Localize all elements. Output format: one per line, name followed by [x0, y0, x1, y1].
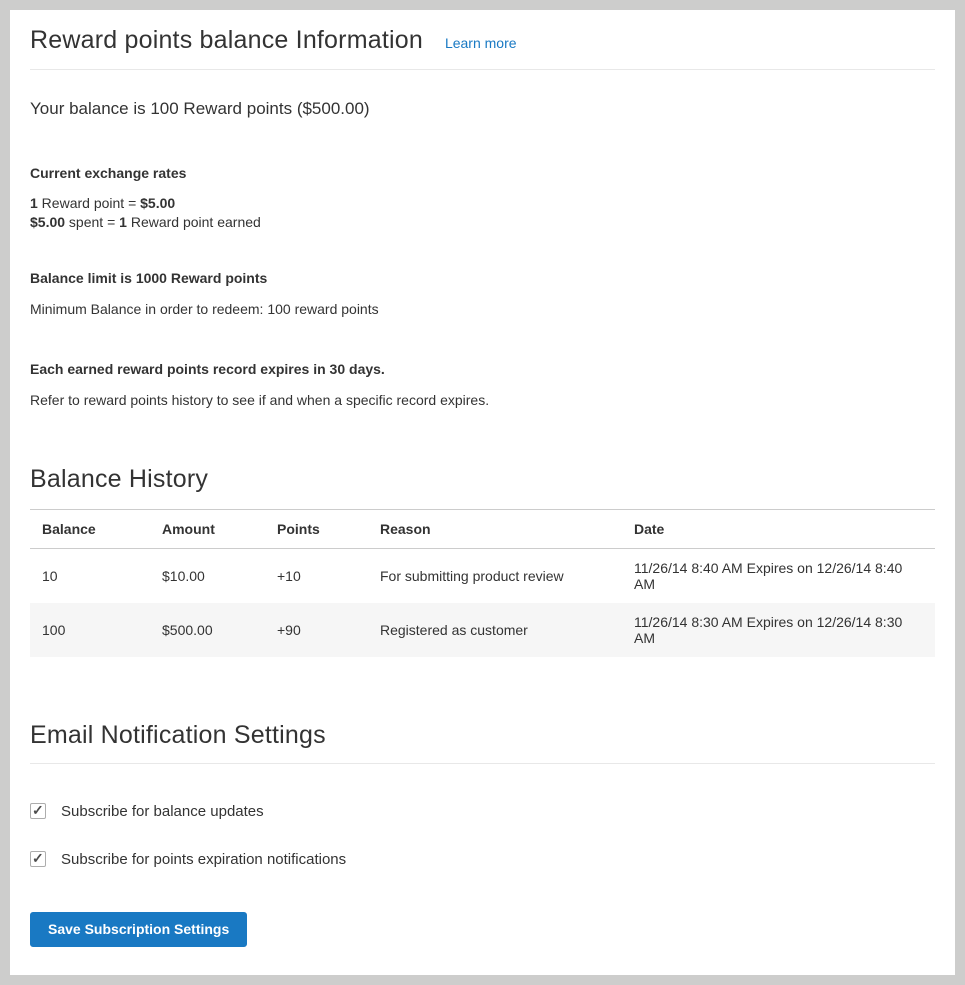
- rate2-points: 1: [119, 214, 127, 230]
- rate1-money: $5.00: [140, 195, 175, 211]
- learn-more-link[interactable]: Learn more: [445, 35, 517, 51]
- cell-points: +90: [265, 603, 368, 657]
- rate2-money: $5.00: [30, 214, 65, 230]
- exchange-rate-line-1: 1 Reward point = $5.00: [30, 194, 935, 213]
- cell-balance: 100: [30, 603, 150, 657]
- cell-reason: For submitting product review: [368, 548, 622, 603]
- rate1-text: Reward point =: [38, 195, 140, 211]
- balance-summary: Your balance is 100 Reward points ($500.…: [30, 99, 935, 119]
- balance-history-heading: Balance History: [30, 465, 935, 494]
- column-header-points: Points: [265, 509, 368, 548]
- column-header-date: Date: [622, 509, 935, 548]
- page-title: Reward points balance Information: [30, 26, 423, 55]
- balance-limit-heading: Balance limit is 1000 Reward points: [30, 270, 935, 286]
- table-body: 10$10.00+10For submitting product review…: [30, 548, 935, 657]
- minimum-balance-text: Minimum Balance in order to redeem: 100 …: [30, 301, 935, 317]
- column-header-amount: Amount: [150, 509, 265, 548]
- balance-history-table: BalanceAmountPointsReasonDate 10$10.00+1…: [30, 509, 935, 657]
- email-notification-heading: Email Notification Settings: [30, 721, 935, 764]
- column-header-balance: Balance: [30, 509, 150, 548]
- exchange-rates-lines: 1 Reward point = $5.00 $5.00 spent = 1 R…: [30, 194, 935, 232]
- subscribe-for-points-expiration-notifications-checkbox[interactable]: [30, 851, 46, 867]
- column-header-reason: Reason: [368, 509, 622, 548]
- option-row: Subscribe for points expiration notifica…: [30, 851, 935, 868]
- cell-balance: 10: [30, 548, 150, 603]
- expiry-heading: Each earned reward points record expires…: [30, 361, 935, 377]
- cell-reason: Registered as customer: [368, 603, 622, 657]
- exchange-rate-line-2: $5.00 spent = 1 Reward point earned: [30, 213, 935, 232]
- subscribe-for-balance-updates-label: Subscribe for balance updates: [61, 803, 264, 820]
- cell-amount: $10.00: [150, 548, 265, 603]
- cell-points: +10: [265, 548, 368, 603]
- subscribe-for-points-expiration-notifications-label: Subscribe for points expiration notifica…: [61, 851, 346, 868]
- cell-amount: $500.00: [150, 603, 265, 657]
- subscription-options: Subscribe for balance updates Subscribe f…: [30, 803, 935, 868]
- expiry-text: Refer to reward points history to see if…: [30, 392, 935, 408]
- exchange-rates-heading: Current exchange rates: [30, 165, 935, 181]
- reward-points-card: Reward points balance Information Learn …: [10, 10, 955, 975]
- table-header-row: BalanceAmountPointsReasonDate: [30, 509, 935, 548]
- table-row: 100$500.00+90Registered as customer11/26…: [30, 603, 935, 657]
- rate1-points: 1: [30, 195, 38, 211]
- table-header: BalanceAmountPointsReasonDate: [30, 509, 935, 548]
- save-subscription-button[interactable]: Save Subscription Settings: [30, 912, 247, 947]
- rate2-tail: Reward point earned: [127, 214, 261, 230]
- subscribe-for-balance-updates-checkbox[interactable]: [30, 803, 46, 819]
- page-header: Reward points balance Information Learn …: [30, 26, 935, 70]
- rate2-text: spent =: [65, 214, 119, 230]
- table-row: 10$10.00+10For submitting product review…: [30, 548, 935, 603]
- cell-date: 11/26/14 8:40 AM Expires on 12/26/14 8:4…: [622, 548, 935, 603]
- cell-date: 11/26/14 8:30 AM Expires on 12/26/14 8:3…: [622, 603, 935, 657]
- option-row: Subscribe for balance updates: [30, 803, 935, 820]
